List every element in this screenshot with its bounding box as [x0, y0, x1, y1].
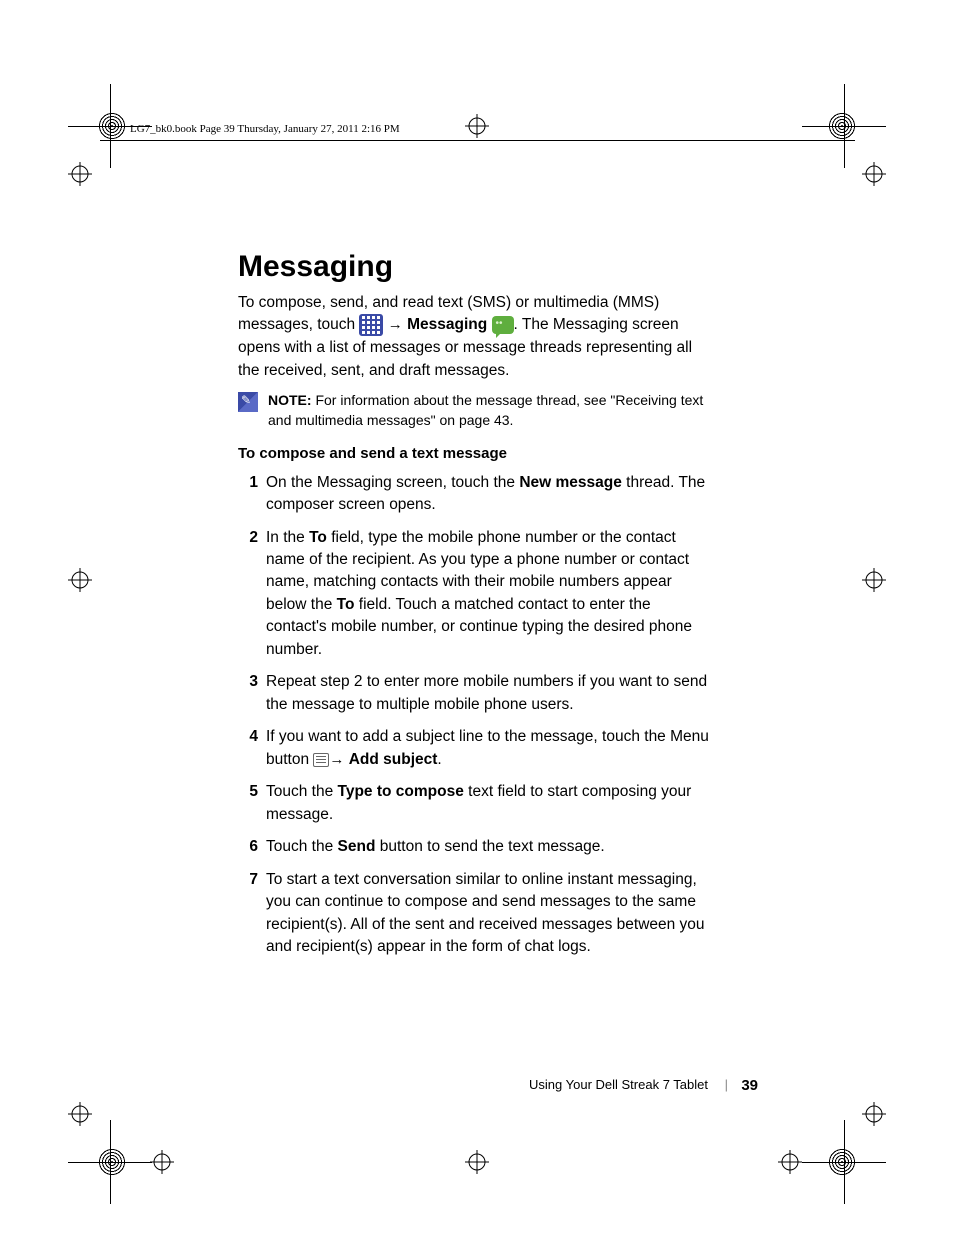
- step-5: Touch the Type to compose text field to …: [238, 781, 713, 826]
- step-7: To start a text conversation similar to …: [238, 869, 713, 959]
- footer-section-title: Using Your Dell Streak 7 Tablet: [529, 1077, 708, 1092]
- note-icon: [238, 392, 258, 412]
- section-subheading: To compose and send a text message: [238, 445, 713, 462]
- arrow-icon: →: [388, 317, 403, 334]
- note-label: NOTE:: [268, 392, 312, 408]
- page: LG7_bk0.book Page 39 Thursday, January 2…: [0, 0, 954, 1235]
- footer-separator: |: [725, 1077, 728, 1092]
- crosshair-icon: [68, 162, 92, 186]
- crosshair-icon: [778, 1150, 802, 1174]
- page-number: 39: [741, 1077, 758, 1094]
- note-block: NOTE: For information about the message …: [238, 390, 713, 431]
- new-message-label: New message: [519, 474, 622, 491]
- crosshair-icon: [465, 1150, 489, 1174]
- messaging-label: Messaging: [407, 317, 487, 334]
- step-text: .: [437, 751, 441, 768]
- crosshair-icon: [150, 1150, 174, 1174]
- crosshair-icon: [465, 114, 489, 138]
- note-text: NOTE: For information about the message …: [268, 390, 713, 431]
- crosshair-icon: [862, 1102, 886, 1126]
- print-header-text: LG7_bk0.book Page 39 Thursday, January 2…: [130, 123, 400, 135]
- step-6: Touch the Send button to send the text m…: [238, 836, 713, 858]
- send-label: Send: [338, 838, 376, 855]
- step-3: Repeat step 2 to enter more mobile numbe…: [238, 671, 713, 716]
- arrow-icon: →: [329, 751, 344, 768]
- crop-line: [110, 84, 111, 168]
- step-text: In the: [266, 529, 309, 546]
- page-title: Messaging: [238, 250, 713, 284]
- crop-line: [844, 84, 845, 168]
- add-subject-label: Add subject: [349, 751, 438, 768]
- step-text: On the Messaging screen, touch the: [266, 474, 519, 491]
- step-text: Touch the: [266, 838, 338, 855]
- note-body: For information about the message thread…: [268, 392, 703, 428]
- crosshair-icon: [862, 162, 886, 186]
- crop-line: [844, 1120, 845, 1204]
- step-text: Touch the: [266, 783, 338, 800]
- step-text: button to send the text message.: [375, 838, 604, 855]
- step-text: Repeat step 2 to enter more mobile numbe…: [266, 673, 707, 712]
- header-rule: [100, 140, 855, 141]
- messaging-app-icon: ••: [492, 316, 514, 334]
- crop-line: [110, 1120, 111, 1204]
- menu-button-icon: [313, 753, 329, 767]
- step-1: On the Messaging screen, touch the New m…: [238, 472, 713, 517]
- step-2: In the To field, type the mobile phone n…: [238, 527, 713, 662]
- page-content: Messaging To compose, send, and read tex…: [238, 250, 713, 968]
- crosshair-icon: [68, 1102, 92, 1126]
- to-field-label: To: [337, 596, 355, 613]
- crosshair-icon: [68, 568, 92, 592]
- crosshair-icon: [862, 568, 886, 592]
- step-text: To start a text conversation similar to …: [266, 871, 705, 955]
- intro-paragraph: To compose, send, and read text (SMS) or…: [238, 292, 713, 382]
- apps-grid-icon: [359, 314, 383, 336]
- step-4: If you want to add a subject line to the…: [238, 726, 713, 771]
- to-field-label: To: [309, 529, 327, 546]
- type-to-compose-label: Type to compose: [338, 783, 464, 800]
- steps-list: On the Messaging screen, touch the New m…: [238, 472, 713, 959]
